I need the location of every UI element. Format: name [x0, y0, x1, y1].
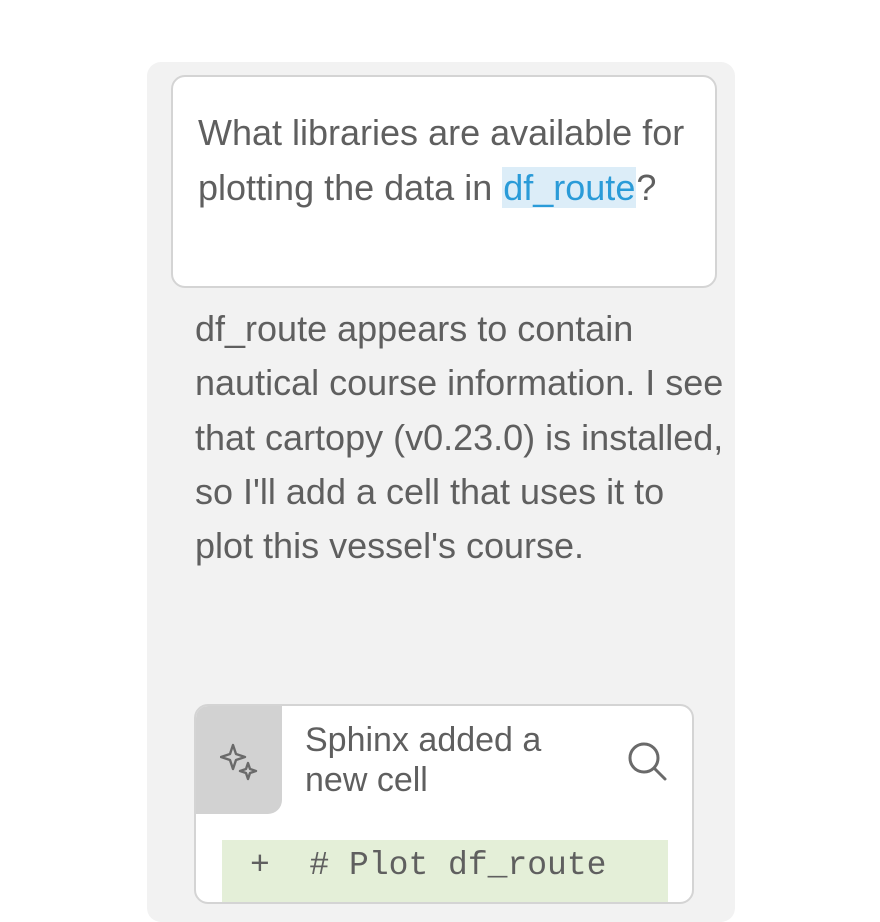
user-message: What libraries are available for plottin… — [171, 75, 717, 288]
code-line: # Plot df_route — [309, 847, 607, 884]
search-icon[interactable] — [626, 740, 672, 786]
diff-add-marker: + — [250, 847, 270, 884]
variable-mention-df-route[interactable]: df_route — [502, 167, 637, 208]
assistant-message: df_route appears to contain nautical cou… — [195, 308, 724, 567]
code-diff-added-line: + # Plot df_route — [222, 840, 668, 902]
user-message-text-end: ? — [636, 167, 657, 208]
added-cell-card[interactable]: Sphinx added a new cell + # Plot df_rout… — [194, 704, 694, 904]
cell-icon-box — [196, 706, 282, 814]
cell-card-title: Sphinx added a new cell — [305, 721, 542, 799]
sparkle-icon — [220, 743, 258, 781]
